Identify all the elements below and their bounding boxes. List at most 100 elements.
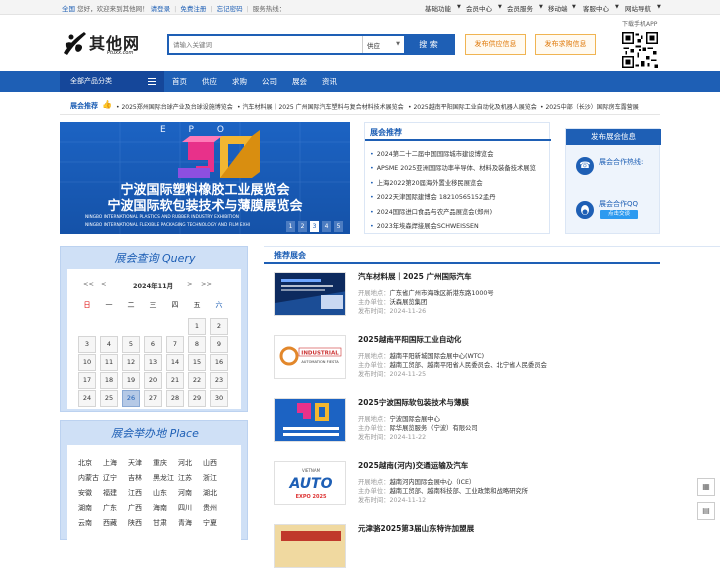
calendar-day[interactable]: 17 xyxy=(78,372,96,389)
note-icon[interactable]: ▤ xyxy=(697,502,715,520)
calendar-day[interactable]: 23 xyxy=(210,372,228,389)
top-menu-mobile[interactable]: 移动端 xyxy=(548,3,568,13)
place-link[interactable]: 天津 xyxy=(128,458,142,468)
calendar-day[interactable]: 1 xyxy=(188,318,206,335)
calendar-day[interactable]: 5 xyxy=(122,336,140,353)
expo-recommend-item[interactable]: 2023年埃森焊接展会SCHWEISSEN xyxy=(370,221,479,230)
ticker-item[interactable]: • 2025越南平阳国际工业自动化及机器人展览会 xyxy=(408,102,537,111)
place-link[interactable]: 江西 xyxy=(128,488,142,498)
publish-expo-button[interactable]: 发布展会信息 xyxy=(566,129,661,145)
nav-home[interactable]: 首页 xyxy=(172,71,187,92)
carousel-page-1[interactable]: 1 xyxy=(286,221,295,232)
calendar-day[interactable]: 14 xyxy=(166,354,184,371)
forgot-password-link[interactable]: 忘记密码 xyxy=(217,5,243,13)
place-link[interactable]: 青海 xyxy=(178,518,192,528)
qr-code-icon[interactable]: ▦ xyxy=(697,478,715,496)
expo-recommend-item[interactable]: 2024国际进口食品与农产品展览会(郑州) xyxy=(370,207,492,216)
calendar-day[interactable]: 27 xyxy=(144,390,162,407)
recommended-expo-item[interactable]: INDUSTRIAL AUTOMATION FIESTA 2025越南平阳国际工业自… xyxy=(274,330,664,384)
top-menu-member-center[interactable]: 会员中心 xyxy=(466,3,492,13)
place-link[interactable]: 山东 xyxy=(153,488,167,498)
calendar-day[interactable]: 25 xyxy=(100,390,118,407)
top-menu-customer-service[interactable]: 客服中心 xyxy=(583,3,609,13)
place-link[interactable]: 湖南 xyxy=(78,503,92,513)
place-link[interactable]: 贵州 xyxy=(203,503,217,513)
top-menu-member-service[interactable]: 会员服务 xyxy=(507,3,533,13)
expo-title[interactable]: 2025越南(河内)交通运输及汽车 xyxy=(358,460,468,471)
expo-title[interactable]: 元津骆2025第3届山东特许加盟展 xyxy=(358,523,474,534)
calendar-day[interactable]: 18 xyxy=(100,372,118,389)
calendar-day[interactable]: 4 xyxy=(100,336,118,353)
calendar-day[interactable]: 21 xyxy=(166,372,184,389)
expo-recommend-item[interactable]: 上海2022第20届海外置业移民展览会 xyxy=(370,178,483,187)
carousel-page-3[interactable]: 3 xyxy=(310,221,319,232)
carousel-page-5[interactable]: 5 xyxy=(334,221,343,232)
calendar-day[interactable]: 9 xyxy=(210,336,228,353)
carousel-page-2[interactable]: 2 xyxy=(298,221,307,232)
ticker-item[interactable]: • 2025郑州国际台球产业及台球设施博览会 xyxy=(116,102,233,111)
all-categories-button[interactable]: 全部产品分类 xyxy=(60,71,164,92)
calendar-day[interactable]: 2 xyxy=(210,318,228,335)
next-month-button[interactable]: > xyxy=(187,280,192,288)
place-link[interactable]: 辽宁 xyxy=(103,473,117,483)
search-input[interactable] xyxy=(173,39,358,51)
nav-supply[interactable]: 供应 xyxy=(202,71,217,92)
calendar-day[interactable]: 3 xyxy=(78,336,96,353)
expo-thumbnail[interactable] xyxy=(274,524,346,568)
ticker-item[interactable]: • 汽车材料展｜2025 广州国际汽车塑料与复合材料技术展览会 xyxy=(237,102,404,111)
calendar-day[interactable]: 7 xyxy=(166,336,184,353)
place-link[interactable]: 黑龙江 xyxy=(153,473,174,483)
qq-chat-button[interactable]: 点击交谈 xyxy=(600,210,638,219)
nav-expo[interactable]: 展会 xyxy=(292,71,307,92)
place-link[interactable]: 江苏 xyxy=(178,473,192,483)
calendar-day[interactable]: 12 xyxy=(122,354,140,371)
app-download[interactable]: 下载手机APP xyxy=(622,19,662,68)
calendar-day[interactable]: 16 xyxy=(210,354,228,371)
next-year-button[interactable]: >> xyxy=(201,280,212,288)
place-link[interactable]: 北京 xyxy=(78,458,92,468)
calendar-day[interactable]: 19 xyxy=(122,372,140,389)
banner-carousel[interactable]: E P O 宁波国际塑料橡胶工业展览会 宁波国际软包装技术与薄膜展览会 NING… xyxy=(60,122,350,234)
expo-thumbnail[interactable] xyxy=(274,272,346,316)
place-link[interactable]: 甘肃 xyxy=(153,518,167,528)
calendar-day[interactable]: 22 xyxy=(188,372,206,389)
recommended-expo-item[interactable]: 汽车材料展｜2025 广州国际汽车 开展地点：广东省广州市海珠区新港东路1000号… xyxy=(274,267,664,321)
prev-year-button[interactable]: << xyxy=(83,280,94,288)
expo-thumbnail[interactable] xyxy=(274,398,346,442)
place-link[interactable]: 安徽 xyxy=(78,488,92,498)
calendar-day[interactable]: 10 xyxy=(78,354,96,371)
place-link[interactable]: 广东 xyxy=(103,503,117,513)
calendar-day[interactable]: 6 xyxy=(144,336,162,353)
ticker-item[interactable]: • 2025中部（长沙）国际房车露营展 xyxy=(540,102,639,111)
calendar-day[interactable]: 15 xyxy=(188,354,206,371)
place-link[interactable]: 内蒙古 xyxy=(78,473,99,483)
site-logo[interactable]: 其他网 Ptuxx.com xyxy=(62,28,157,60)
expo-recommend-item[interactable]: APSME 2025亚洲国际功率半导体、材料及装备技术展览 xyxy=(370,163,536,172)
carousel-page-4[interactable]: 4 xyxy=(322,221,331,232)
place-link[interactable]: 陕西 xyxy=(128,518,142,528)
publish-demand-button[interactable]: 发布求购信息 xyxy=(535,34,596,55)
place-link[interactable]: 广西 xyxy=(128,503,142,513)
calendar-day-today[interactable]: 26 xyxy=(122,390,140,407)
recommended-expo-item[interactable]: 元津骆2025第3届山东特许加盟展 xyxy=(274,519,664,573)
place-link[interactable]: 上海 xyxy=(103,458,117,468)
search-button[interactable]: 搜 索 xyxy=(404,36,453,53)
calendar-day[interactable]: 30 xyxy=(210,390,228,407)
expo-title[interactable]: 汽车材料展｜2025 广州国际汽车 xyxy=(358,271,471,282)
expo-recommend-item[interactable]: 2022天津国际建博会 18210565152孟丹 xyxy=(370,192,496,201)
expo-title[interactable]: 2025宁波国际软包装技术与薄膜 xyxy=(358,397,469,408)
calendar-day[interactable]: 8 xyxy=(188,336,206,353)
place-link[interactable]: 湖北 xyxy=(203,488,217,498)
place-link[interactable]: 海南 xyxy=(153,503,167,513)
expo-thumbnail[interactable]: INDUSTRIAL AUTOMATION FIESTA xyxy=(274,335,346,379)
expo-recommend-item[interactable]: 2024第二十二届中国国际城市建设博览会 xyxy=(370,149,494,158)
calendar-day[interactable]: 13 xyxy=(144,354,162,371)
place-link[interactable]: 河北 xyxy=(178,458,192,468)
calendar-day[interactable]: 11 xyxy=(100,354,118,371)
place-link[interactable]: 云南 xyxy=(78,518,92,528)
calendar-day[interactable]: 24 xyxy=(78,390,96,407)
calendar-day[interactable]: 28 xyxy=(166,390,184,407)
place-link[interactable]: 西藏 xyxy=(103,518,117,528)
prev-month-button[interactable]: < xyxy=(101,280,106,288)
calendar-day[interactable]: 20 xyxy=(144,372,162,389)
